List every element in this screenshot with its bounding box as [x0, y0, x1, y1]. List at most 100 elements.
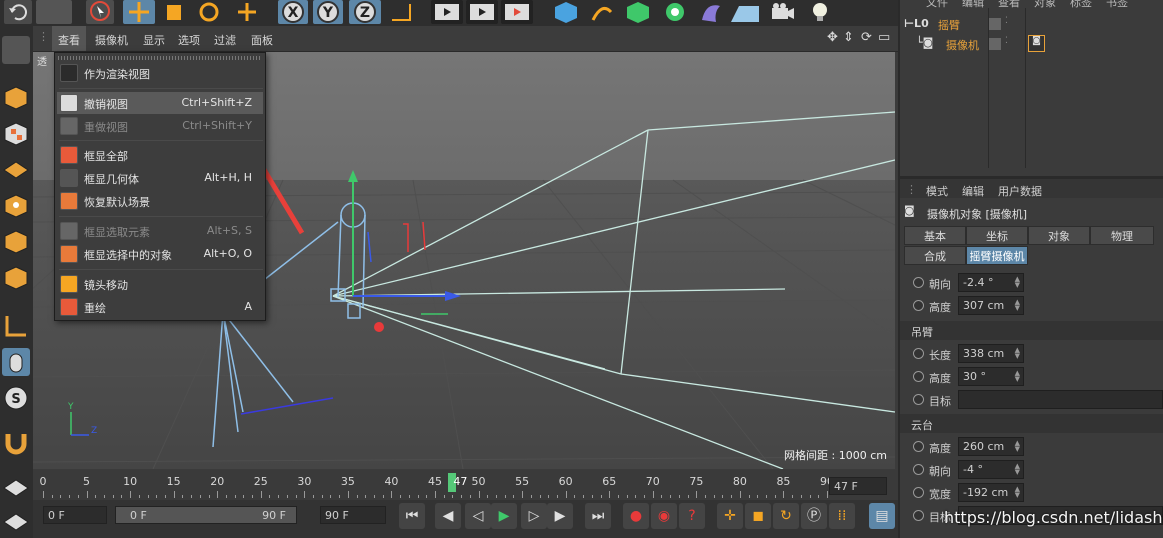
animate-radio[interactable]	[913, 394, 924, 405]
stepper-arrows-icon[interactable]: ▲ ▼	[1015, 486, 1020, 499]
render-view-icon[interactable]	[431, 0, 463, 24]
om-menu-bookmarks[interactable]: 书签	[1106, 0, 1128, 8]
animate-radio[interactable]	[913, 348, 924, 359]
tab-basic[interactable]: 基本	[904, 226, 966, 245]
grid-workplane-icon[interactable]	[2, 508, 30, 536]
animate-radio[interactable]	[913, 464, 924, 475]
redo-icon[interactable]	[36, 0, 72, 24]
property-value-field[interactable]: 338 cm ▲ ▼	[958, 344, 1024, 363]
key-position-icon[interactable]: ✛	[717, 503, 743, 529]
menu-item-0[interactable]: 作为渲染视图	[57, 62, 263, 84]
menu-item-4[interactable]: 框显几何体 Alt+H, H	[57, 167, 263, 189]
model-mode-icon[interactable]	[2, 84, 30, 112]
om-menu-objects[interactable]: 对象	[1034, 0, 1056, 8]
workplane-icon[interactable]	[2, 156, 30, 184]
tab-coordinates[interactable]: 坐标	[966, 226, 1028, 245]
menu-display[interactable]: 显示	[143, 32, 165, 48]
menu-filter[interactable]: 过滤	[214, 32, 236, 48]
auto-key-icon[interactable]: ◉	[651, 503, 677, 529]
am-menu-mode[interactable]: 模式	[926, 183, 948, 199]
stepper-arrows-icon[interactable]: ▲ ▼	[1015, 463, 1020, 476]
render-settings-icon[interactable]	[501, 0, 533, 24]
object-name-camera[interactable]: 摄像机	[946, 37, 979, 53]
property-value-field[interactable]: 260 cm ▲ ▼	[958, 437, 1024, 456]
animate-radio[interactable]	[913, 510, 924, 521]
magnet-icon[interactable]	[2, 428, 30, 456]
tab-physical[interactable]: 物理	[1090, 226, 1154, 245]
axis-mode-icon[interactable]	[2, 312, 30, 340]
key-parameter-icon[interactable]: Ⓟ	[801, 503, 827, 529]
play-icon[interactable]: ▶	[491, 503, 517, 529]
x-axis-icon[interactable]: X	[278, 0, 308, 24]
property-value-field[interactable]: -192 cm ▲ ▼	[958, 483, 1024, 502]
animate-radio[interactable]	[913, 277, 924, 288]
texture-mode-icon[interactable]	[2, 120, 30, 148]
tab-object[interactable]: 对象	[1028, 226, 1090, 245]
record-keys-icon[interactable]: ●	[623, 503, 649, 529]
stepper-arrows-icon[interactable]: ▲ ▼	[1015, 347, 1020, 360]
stepper-arrows-icon[interactable]: ▲ ▼	[1015, 370, 1020, 383]
menu-panel[interactable]: 面板	[251, 32, 273, 48]
go-to-end-icon[interactable]: ⏭	[585, 503, 611, 529]
menu-item-3[interactable]: 框显全部	[57, 144, 263, 166]
subdivision-icon[interactable]	[623, 0, 653, 24]
previous-frame-icon[interactable]: ◁	[465, 503, 491, 529]
deformer-icon[interactable]	[696, 0, 726, 24]
object-row-camera[interactable]: └◙ 摄像机 ⁚ ◙	[900, 35, 1163, 54]
object-name-crane[interactable]: 摇臂	[938, 17, 960, 33]
start-frame-field[interactable]: 0 F	[43, 506, 107, 524]
next-frame-icon[interactable]: ▷	[521, 503, 547, 529]
current-frame-field[interactable]: 47 F	[829, 477, 887, 495]
key-rotation-icon[interactable]: ↻	[773, 503, 799, 529]
property-value-field[interactable]: 30 ° ▲ ▼	[958, 367, 1024, 386]
floor-icon[interactable]	[729, 0, 761, 24]
om-menu-view[interactable]: 查看	[998, 0, 1020, 8]
frame-range-slider[interactable]: 0 F 90 F	[115, 506, 297, 524]
om-menu-file[interactable]: 文件	[926, 0, 948, 8]
undo-icon[interactable]	[4, 0, 32, 24]
viewport-move-icon[interactable]: ✥	[827, 30, 838, 45]
make-editable-icon[interactable]	[2, 36, 30, 64]
menu-options[interactable]: 选项	[178, 32, 200, 48]
property-value-field[interactable]: -2.4 ° ▲ ▼	[958, 273, 1024, 292]
cube-primitive-icon[interactable]	[551, 0, 581, 24]
menu-view[interactable]: 查看	[52, 26, 86, 51]
viewport-maximize-icon[interactable]: ▭	[878, 30, 890, 45]
visibility-dots-icon[interactable]: ⁚	[1005, 16, 1008, 26]
am-menu-edit[interactable]: 编辑	[962, 183, 984, 199]
light-icon[interactable]	[806, 0, 834, 24]
viewport-zoom-icon[interactable]: ⇕	[843, 30, 854, 45]
pen-spline-icon[interactable]	[587, 0, 617, 24]
tab-crane-camera[interactable]: 摇臂摄像机	[966, 246, 1028, 265]
menu-item-1[interactable]: 撤销视图 Ctrl+Shift+Z	[57, 92, 263, 114]
z-axis-icon[interactable]: Z	[349, 0, 381, 24]
animate-radio[interactable]	[913, 300, 924, 311]
timeline-window-icon[interactable]: ▤	[869, 503, 895, 529]
select-tool-icon[interactable]	[86, 0, 114, 24]
move-tool-icon[interactable]	[123, 0, 155, 24]
lock-workplane-icon[interactable]	[2, 474, 30, 502]
end-frame-field[interactable]: 90 F	[320, 506, 386, 524]
keyframe-selection-icon[interactable]: ?	[679, 503, 705, 529]
stepper-arrows-icon[interactable]: ▲ ▼	[1015, 276, 1020, 289]
coordinate-system-icon[interactable]	[386, 0, 416, 24]
object-row-crane[interactable]: ⊢L0 摇臂 ⁚	[900, 16, 1163, 34]
menu-item-7[interactable]: 框显选择中的对象 Alt+O, O	[57, 243, 263, 265]
tweak-mode-icon[interactable]	[2, 348, 30, 376]
previous-key-icon[interactable]: ◀	[435, 503, 461, 529]
om-menu-tags[interactable]: 标签	[1070, 0, 1092, 8]
crane-tag-icon[interactable]: ◙	[1028, 35, 1045, 52]
timeline[interactable]: 0 5 10 15 20 25 30 35 40 45 50 55 60 65 70 75 80 85 90 47 4…	[33, 470, 898, 500]
key-pla-icon[interactable]: ⁞⁞	[829, 503, 855, 529]
display-tag-icon[interactable]	[989, 18, 1001, 30]
scale-tool-icon[interactable]	[160, 0, 188, 24]
menu-item-8[interactable]: 镜头移动	[57, 273, 263, 295]
point-mode-icon[interactable]	[2, 192, 30, 220]
cloner-icon[interactable]	[660, 0, 690, 24]
menu-cameras[interactable]: 摄像机	[95, 32, 128, 48]
animate-radio[interactable]	[913, 487, 924, 498]
viewport-rotate-icon[interactable]: ⟳	[861, 30, 872, 45]
animate-radio[interactable]	[913, 371, 924, 382]
property-value-field[interactable]	[958, 390, 1163, 409]
stepper-arrows-icon[interactable]: ▲ ▼	[1015, 440, 1020, 453]
